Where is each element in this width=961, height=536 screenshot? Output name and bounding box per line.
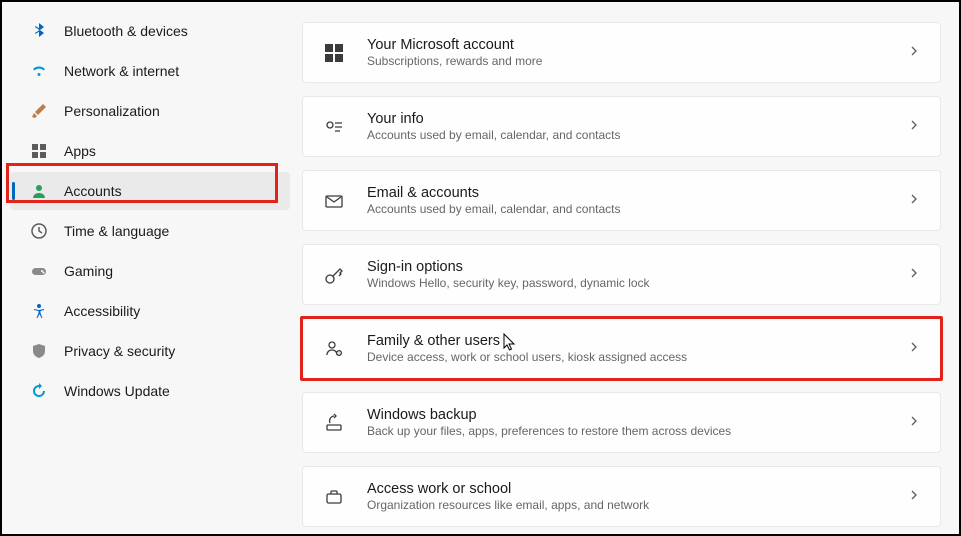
brush-icon bbox=[30, 102, 48, 120]
bluetooth-icon bbox=[30, 22, 48, 40]
accessibility-icon bbox=[30, 302, 48, 320]
sidebar-nav: Bluetooth & devices Network & internet P… bbox=[2, 2, 298, 534]
card-subtitle: Back up your files, apps, preferences to… bbox=[367, 424, 886, 438]
card-work-school[interactable]: Access work or school Organization resou… bbox=[302, 466, 941, 527]
sidebar-item-accessibility[interactable]: Accessibility bbox=[10, 292, 290, 330]
key-icon bbox=[323, 264, 345, 286]
sidebar-item-time[interactable]: Time & language bbox=[10, 212, 290, 250]
card-title: Sign-in options bbox=[367, 259, 886, 275]
card-text: Access work or school Organization resou… bbox=[367, 481, 886, 512]
backup-icon bbox=[323, 412, 345, 434]
card-windows-backup[interactable]: Windows backup Back up your files, apps,… bbox=[302, 392, 941, 453]
sidebar-item-bluetooth[interactable]: Bluetooth & devices bbox=[10, 12, 290, 50]
chevron-right-icon bbox=[908, 266, 920, 284]
sidebar-item-accounts[interactable]: Accounts bbox=[10, 172, 290, 210]
sidebar-item-label: Bluetooth & devices bbox=[64, 23, 188, 39]
sidebar-item-gaming[interactable]: Gaming bbox=[10, 252, 290, 290]
card-title: Access work or school bbox=[367, 481, 886, 497]
sidebar-item-label: Accessibility bbox=[64, 303, 140, 319]
chevron-right-icon bbox=[908, 488, 920, 506]
card-email-accounts[interactable]: Email & accounts Accounts used by email,… bbox=[302, 170, 941, 231]
card-your-info[interactable]: Your info Accounts used by email, calend… bbox=[302, 96, 941, 157]
card-subtitle: Accounts used by email, calendar, and co… bbox=[367, 202, 886, 216]
apps-icon bbox=[30, 142, 48, 160]
sidebar-item-label: Personalization bbox=[64, 103, 160, 119]
person-icon bbox=[30, 182, 48, 200]
chevron-right-icon bbox=[908, 44, 920, 62]
card-subtitle: Subscriptions, rewards and more bbox=[367, 54, 886, 68]
sidebar-item-personalization[interactable]: Personalization bbox=[10, 92, 290, 130]
update-icon bbox=[30, 382, 48, 400]
sidebar-item-label: Apps bbox=[64, 143, 96, 159]
sidebar-item-apps[interactable]: Apps bbox=[10, 132, 290, 170]
card-text: Your Microsoft account Subscriptions, re… bbox=[367, 37, 886, 68]
id-icon bbox=[323, 116, 345, 138]
sidebar-item-privacy[interactable]: Privacy & security bbox=[10, 332, 290, 370]
card-text: Sign-in options Windows Hello, security … bbox=[367, 259, 886, 290]
sidebar-item-network[interactable]: Network & internet bbox=[10, 52, 290, 90]
card-text: Email & accounts Accounts used by email,… bbox=[367, 185, 886, 216]
card-title: Your info bbox=[367, 111, 886, 127]
card-title: Email & accounts bbox=[367, 185, 886, 201]
wifi-icon bbox=[30, 62, 48, 80]
card-text: Windows backup Back up your files, apps,… bbox=[367, 407, 886, 438]
chevron-right-icon bbox=[908, 414, 920, 432]
card-title: Your Microsoft account bbox=[367, 37, 886, 53]
card-title: Family & other users bbox=[367, 333, 886, 349]
sidebar-item-label: Gaming bbox=[64, 263, 113, 279]
card-title: Windows backup bbox=[367, 407, 886, 423]
card-microsoft-account[interactable]: Your Microsoft account Subscriptions, re… bbox=[302, 22, 941, 83]
sidebar-item-label: Privacy & security bbox=[64, 343, 175, 359]
card-subtitle: Device access, work or school users, kio… bbox=[367, 350, 886, 364]
chevron-right-icon bbox=[908, 340, 920, 358]
content-pane: Your Microsoft account Subscriptions, re… bbox=[298, 2, 959, 534]
card-sign-in-options[interactable]: Sign-in options Windows Hello, security … bbox=[302, 244, 941, 305]
mail-icon bbox=[323, 190, 345, 212]
chevron-right-icon bbox=[908, 192, 920, 210]
shield-icon bbox=[30, 342, 48, 360]
card-text: Family & other users Device access, work… bbox=[367, 333, 886, 364]
microsoft-icon bbox=[323, 42, 345, 64]
card-subtitle: Organization resources like email, apps,… bbox=[367, 498, 886, 512]
sidebar-item-label: Network & internet bbox=[64, 63, 179, 79]
sidebar-item-label: Windows Update bbox=[64, 383, 170, 399]
chevron-right-icon bbox=[908, 118, 920, 136]
gamepad-icon bbox=[30, 262, 48, 280]
card-text: Your info Accounts used by email, calend… bbox=[367, 111, 886, 142]
family-icon bbox=[323, 338, 345, 360]
sidebar-item-label: Time & language bbox=[64, 223, 169, 239]
sidebar-item-update[interactable]: Windows Update bbox=[10, 372, 290, 410]
card-subtitle: Windows Hello, security key, password, d… bbox=[367, 276, 886, 290]
clock-icon bbox=[30, 222, 48, 240]
card-family-other-users[interactable]: Family & other users Device access, work… bbox=[302, 318, 941, 379]
sidebar-item-label: Accounts bbox=[64, 183, 122, 199]
briefcase-icon bbox=[323, 486, 345, 508]
card-subtitle: Accounts used by email, calendar, and co… bbox=[367, 128, 886, 142]
